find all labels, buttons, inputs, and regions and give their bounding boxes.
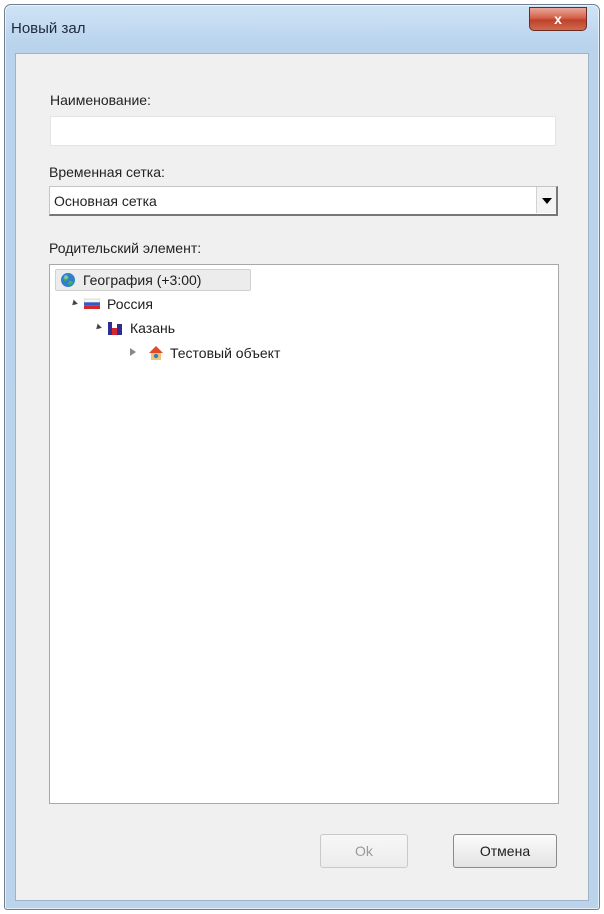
dialog-window: Новый зал x Наименование: Временная сетк… xyxy=(4,4,600,910)
name-label: Наименование: xyxy=(50,92,151,108)
tree-item-label: География (+3:00) xyxy=(83,272,202,288)
close-icon: x xyxy=(554,11,562,27)
tree-item-label: Казань xyxy=(130,320,176,336)
tree-item-geography[interactable]: География (+3:00) xyxy=(50,269,310,291)
dialog-body: Наименование: Временная сетка: Основная … xyxy=(15,53,589,901)
tree-item-test-object[interactable]: Тестовый объект xyxy=(50,342,350,364)
cancel-button[interactable]: Отмена xyxy=(453,834,557,868)
window-title: Новый зал xyxy=(11,20,86,37)
tree-item-kazan[interactable]: Казань xyxy=(50,317,310,339)
ok-button[interactable]: Ok xyxy=(320,834,408,868)
tree-item-label: Россия xyxy=(107,296,153,312)
expand-arrow-icon[interactable] xyxy=(70,299,78,308)
collapsed-arrow-icon[interactable] xyxy=(130,348,136,356)
grid-select[interactable]: Основная сетка xyxy=(49,186,558,216)
grid-select-value: Основная сетка xyxy=(54,193,157,209)
parent-tree[interactable]: География (+3:00) Россия Казань Тестовый… xyxy=(49,264,559,804)
grid-label: Временная сетка: xyxy=(49,164,165,180)
tree-item-russia[interactable]: Россия xyxy=(50,293,310,315)
chevron-down-icon xyxy=(542,198,552,204)
russia-flag-icon xyxy=(84,298,100,309)
city-icon xyxy=(108,322,122,335)
globe-icon xyxy=(61,273,75,287)
building-icon xyxy=(149,346,163,360)
parent-label: Родительский элемент: xyxy=(49,240,202,256)
name-input[interactable] xyxy=(50,116,556,146)
grid-select-dropdown-button[interactable] xyxy=(536,187,556,213)
tree-item-label: Тестовый объект xyxy=(170,345,281,361)
expand-arrow-icon[interactable] xyxy=(94,323,102,332)
close-button[interactable]: x xyxy=(529,7,587,31)
title-bar[interactable]: Новый зал x xyxy=(5,5,599,49)
